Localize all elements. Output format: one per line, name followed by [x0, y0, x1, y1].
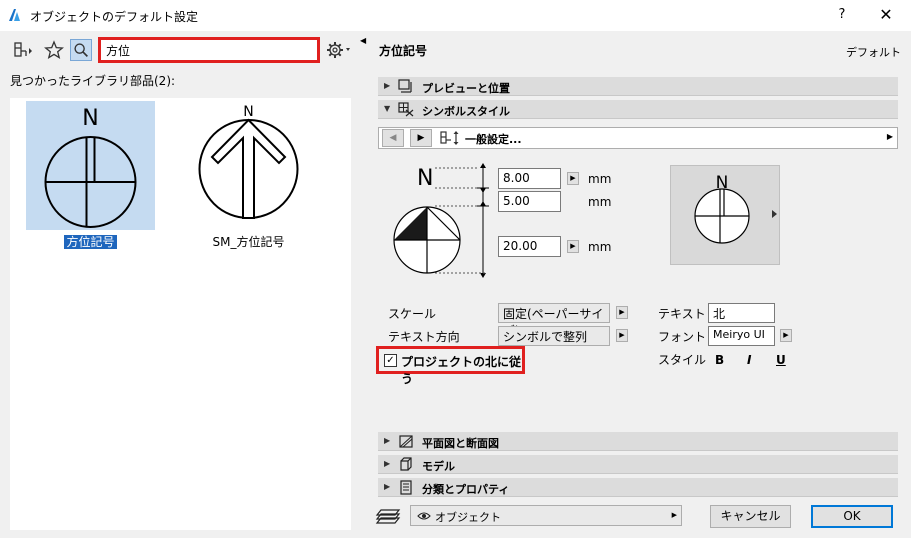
scale-label: スケール [388, 307, 437, 321]
compass-symbol-thumbnail: N [26, 101, 155, 230]
next-page-button[interactable]: ▶ [410, 129, 432, 147]
text-direction-select[interactable]: シンボルで整列 [498, 326, 610, 346]
text-input[interactable]: 北 [708, 303, 775, 323]
section-label: 平面図と断面図 [422, 437, 499, 450]
result-label: SM_方位記号 [212, 235, 285, 249]
section-preview[interactable]: ▶ プレビューと位置 [378, 77, 898, 96]
layer-select[interactable]: オブジェクト ▶ [410, 505, 682, 526]
object-title: 方位記号 [379, 44, 428, 58]
section-label: モデル [422, 460, 455, 473]
search-box[interactable] [98, 37, 320, 63]
ok-button[interactable]: OK [811, 505, 893, 528]
symbol-diameter-input[interactable]: 20.00 [498, 236, 561, 257]
diameter-spin-button[interactable]: ▶ [567, 240, 579, 253]
symbol-style-icon [398, 102, 414, 117]
classification-document-icon [400, 480, 412, 495]
follow-project-north-checkbox[interactable]: ✓ プロジェクトの北に従う [376, 346, 525, 386]
close-button[interactable]: ✕ [876, 5, 896, 25]
collapse-arrow-icon[interactable]: ◀ [360, 36, 366, 45]
nav-expand-arrow-icon[interactable]: ▶ [887, 132, 893, 141]
follow-north-label: プロジェクトの北に従う [401, 355, 522, 386]
layers-icon[interactable] [375, 507, 401, 525]
section-symbol-style[interactable]: ▼ シンボルスタイル [378, 100, 898, 119]
title-bar: オブジェクトのデフォルト設定 ? ✕ [0, 0, 911, 31]
unit-label: mm [588, 172, 612, 186]
default-label: デフォルト [846, 46, 901, 59]
gap-height-input[interactable]: 5.00 [498, 191, 561, 212]
symbol-preview: N [670, 165, 780, 265]
section-plan-section[interactable]: ▶ 平面図と断面図 [378, 432, 898, 451]
cancel-button[interactable]: キャンセル [710, 505, 791, 528]
favorites-star-icon[interactable] [43, 39, 65, 61]
search-icon[interactable] [70, 39, 92, 61]
window-title: オブジェクトのデフォルト設定 [30, 10, 199, 24]
font-label: フォント [658, 330, 707, 344]
checkbox-checked-icon[interactable]: ✓ [384, 354, 397, 367]
object-library-icon[interactable] [12, 39, 34, 61]
collapse-triangle-icon: ▼ [384, 104, 391, 113]
section-label: シンボルスタイル [422, 105, 510, 118]
dimension-diagram: N [393, 163, 489, 278]
eye-icon [417, 512, 431, 520]
gear-icon[interactable] [324, 39, 352, 61]
general-settings-icon [440, 131, 459, 145]
bold-button[interactable]: B [715, 353, 724, 367]
dialog-footer: オブジェクト ▶ キャンセル OK [369, 499, 911, 538]
settings-nav-bar: ◀ ▶ 一般設定... ▶ [378, 127, 898, 149]
expand-triangle-icon: ▶ [384, 81, 391, 90]
italic-button[interactable]: I [747, 353, 751, 367]
section-model[interactable]: ▶ モデル [378, 455, 898, 474]
results-list: N 方位記号 N SM_方位記号 [10, 98, 351, 530]
plan-section-icon [399, 435, 413, 448]
font-spin-button[interactable]: ▶ [780, 329, 792, 342]
unit-label: mm [588, 195, 612, 209]
nav-page-label: 一般設定... [465, 133, 522, 146]
library-panel: 見つかったライブラリ部品(2): N 方位記号 N SM_方位記号 [0, 31, 359, 538]
found-items-label: 見つかったライブラリ部品(2): [10, 74, 176, 88]
compass-preview-icon: N [694, 173, 777, 244]
archicad-app-icon [9, 9, 20, 21]
result-label: 方位記号 [64, 235, 117, 249]
help-button[interactable]: ? [832, 5, 852, 25]
north-letter-height-input[interactable]: 8.00 [498, 168, 561, 189]
result-item-sm-compass[interactable]: N SM_方位記号 [184, 101, 313, 261]
layer-name: オブジェクト [435, 511, 501, 524]
panel-splitter[interactable] [359, 31, 369, 538]
north-letter: N [82, 106, 98, 131]
north-height-spin-button[interactable]: ▶ [567, 172, 579, 185]
font-select[interactable]: Meiryo UI [708, 326, 775, 346]
scale-spin-button[interactable]: ▶ [616, 306, 628, 319]
settings-panel: 方位記号 デフォルト ▶ プレビューと位置 ▼ シンボルスタイル ◀ ▶ 一般設… [369, 31, 911, 538]
unit-label: mm [588, 240, 612, 254]
expand-triangle-icon: ▶ [384, 436, 391, 445]
sm-compass-symbol-thumbnail: N [198, 104, 299, 219]
text-direction-spin-button[interactable]: ▶ [616, 329, 628, 342]
text-label: テキスト [658, 307, 706, 321]
prev-page-button[interactable]: ◀ [382, 129, 404, 147]
north-letter: N [417, 166, 433, 191]
style-label: スタイル [658, 353, 707, 367]
result-item-compass[interactable]: N 方位記号 [26, 101, 155, 261]
section-label: 分類とプロパティ [422, 483, 510, 496]
scale-select[interactable]: 固定(ペーパーサイズ) [498, 303, 610, 338]
expand-triangle-icon: ▶ [384, 459, 391, 468]
model-cube-icon [400, 457, 412, 471]
preview-position-icon [398, 79, 412, 93]
section-classification[interactable]: ▶ 分類とプロパティ [378, 478, 898, 497]
text-direction-label: テキスト方向 [388, 330, 460, 344]
underline-button[interactable]: U [776, 353, 786, 367]
search-input[interactable] [101, 40, 317, 60]
north-letter: N [243, 104, 253, 120]
expand-triangle-icon: ▶ [384, 482, 391, 491]
section-label: プレビューと位置 [422, 82, 510, 95]
layer-dropdown-arrow-icon: ▶ [671, 511, 677, 519]
